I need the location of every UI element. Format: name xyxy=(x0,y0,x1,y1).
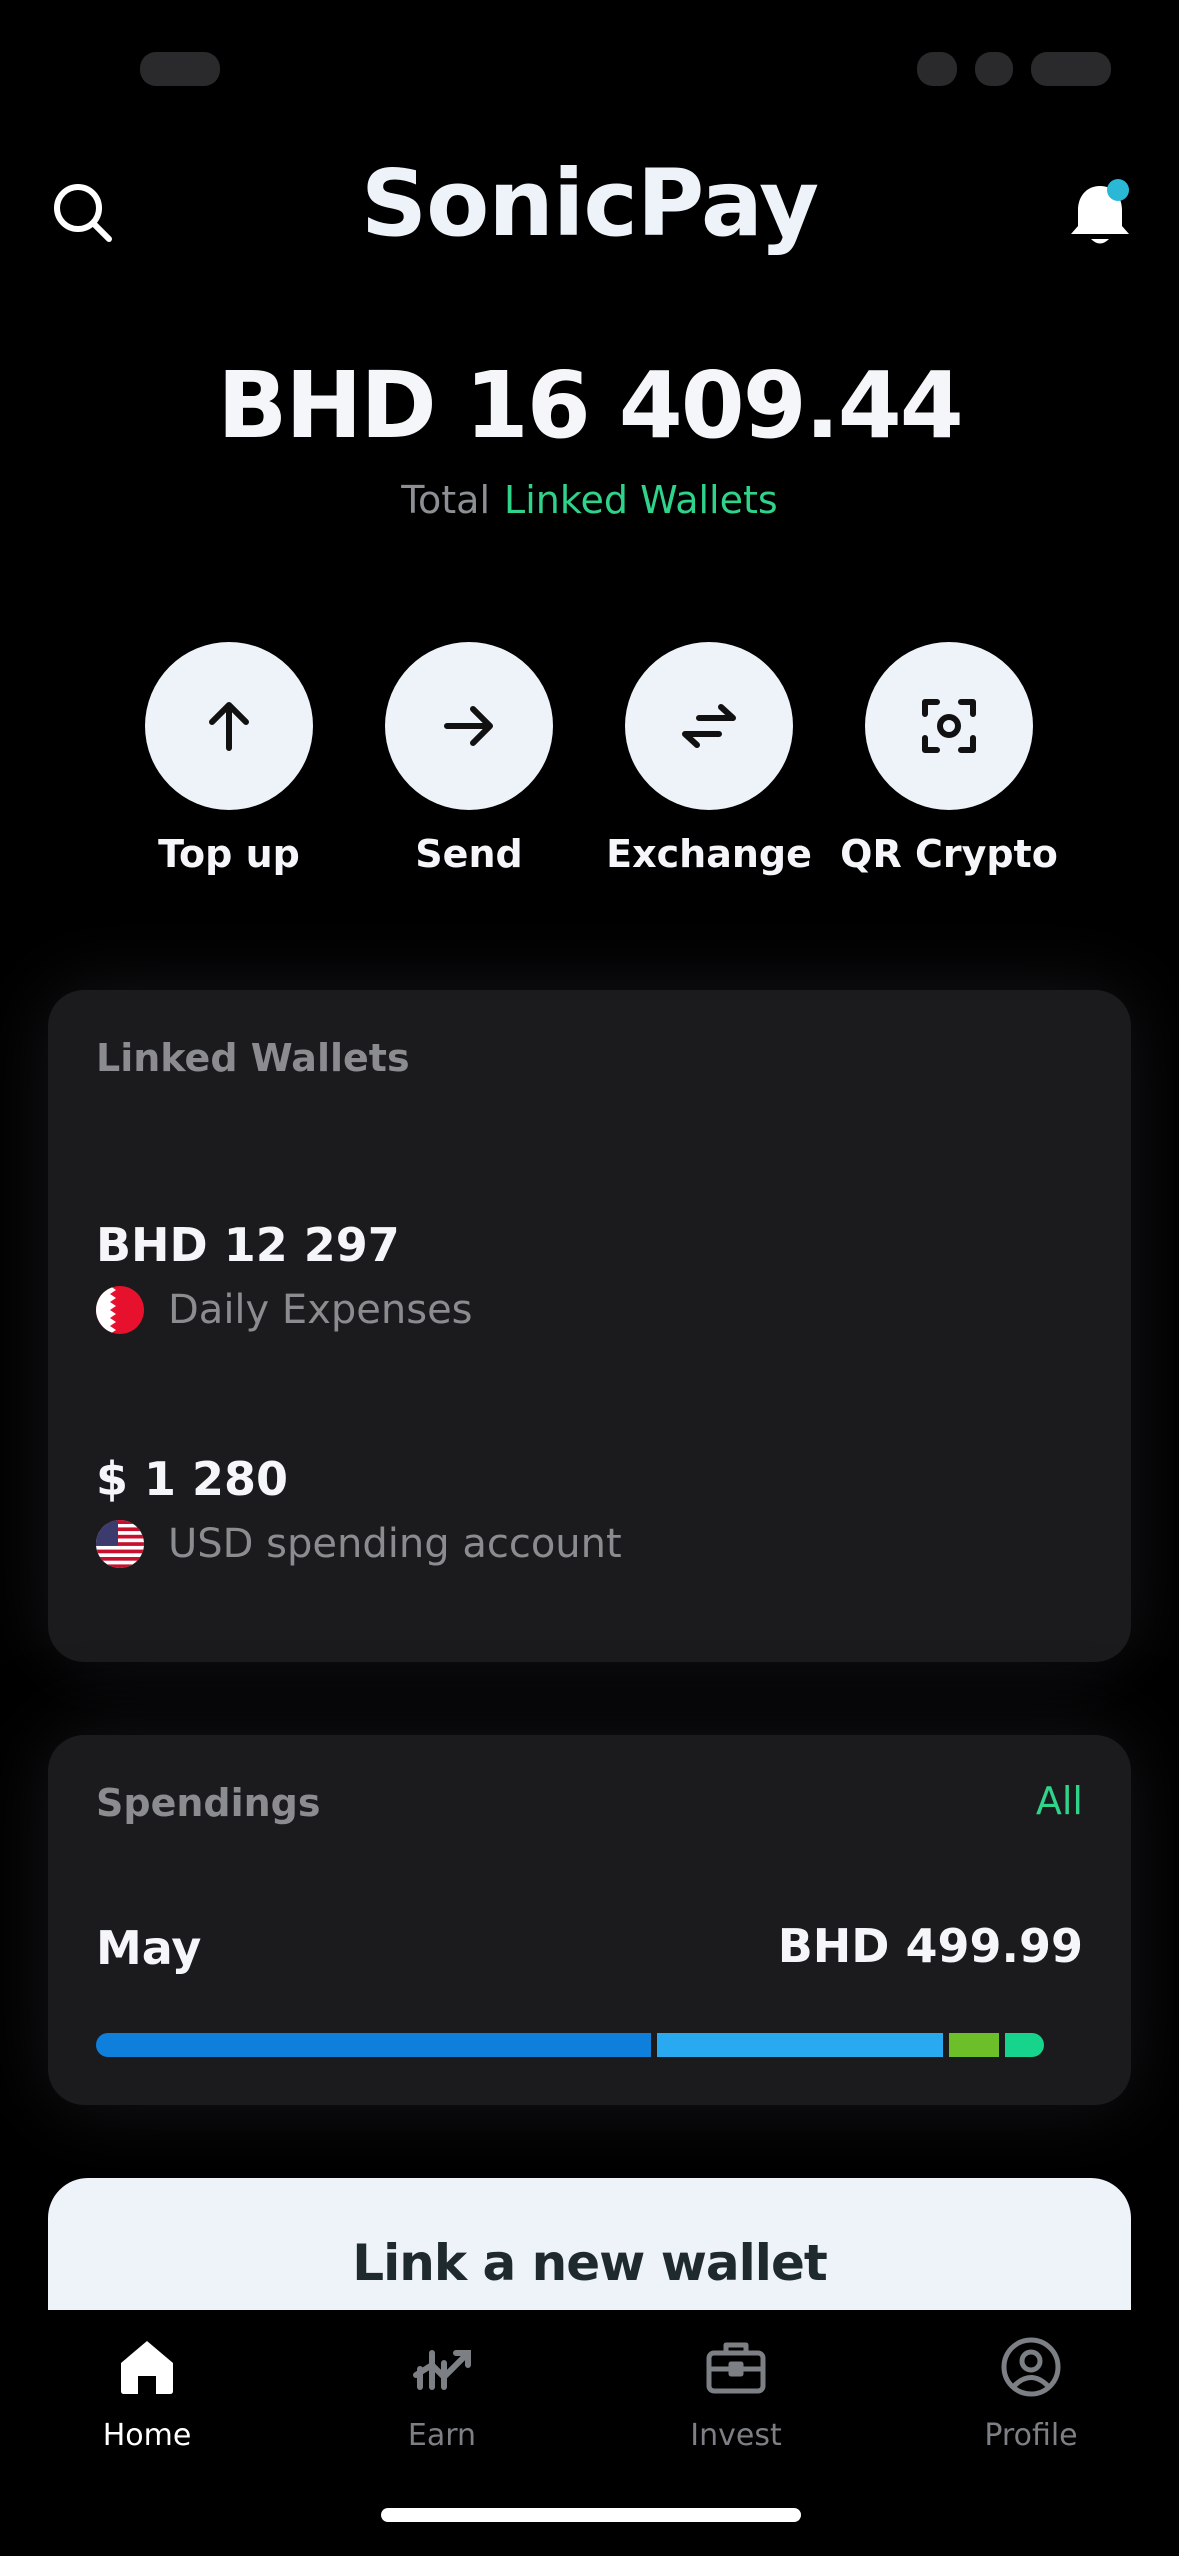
spendings-segment-3 xyxy=(949,2033,1000,2057)
spendings-month: May xyxy=(96,1921,202,1975)
spendings-breakdown-bar xyxy=(96,2033,1083,2057)
spendings-total: BHD 499.99 xyxy=(777,1919,1083,1973)
status-bar-time xyxy=(140,52,220,86)
status-bar-signal xyxy=(917,52,957,86)
status-bar-wifi xyxy=(975,52,1013,86)
qr-scan-icon xyxy=(865,642,1033,810)
exchange-label: Exchange xyxy=(606,832,812,876)
send-label: Send xyxy=(415,832,523,876)
tab-profile-label: Profile xyxy=(984,2418,1078,2453)
link-new-wallet-label: Link a new wallet xyxy=(352,2234,828,2292)
linked-wallets-title: Linked Wallets xyxy=(96,1036,410,1080)
wallet-name-bhd: Daily Expenses xyxy=(168,1287,473,1333)
qr-crypto-button[interactable]: QR Crypto xyxy=(829,642,1069,876)
balance-subline: Total Linked Wallets xyxy=(0,478,1179,522)
spendings-all-link[interactable]: All xyxy=(1036,1779,1083,1823)
wallet-amount-bhd: BHD 12 297 xyxy=(96,1218,400,1272)
profile-icon xyxy=(931,2322,1131,2412)
bahrain-flag-icon xyxy=(96,1286,144,1334)
wallet-row-bhd[interactable]: Daily Expenses xyxy=(96,1286,473,1334)
arrow-up-icon xyxy=(145,642,313,810)
top-up-button[interactable]: Top up xyxy=(109,642,349,876)
wallet-amount-usd: $ 1 280 xyxy=(96,1452,289,1506)
exchange-icon xyxy=(625,642,793,810)
total-balance: BHD 16 409.44 xyxy=(217,352,964,459)
balance-label: Total xyxy=(401,478,491,522)
us-flag-icon xyxy=(96,1520,144,1568)
tab-invest-label: Invest xyxy=(690,2418,782,2453)
send-button[interactable]: Send xyxy=(349,642,589,876)
tab-profile[interactable]: Profile xyxy=(931,2322,1131,2453)
tab-invest[interactable]: Invest xyxy=(636,2322,836,2453)
bell-icon[interactable] xyxy=(1060,176,1140,256)
qr-crypto-label: QR Crypto xyxy=(840,832,1058,876)
top-up-label: Top up xyxy=(158,832,300,876)
app-title: SonicPay xyxy=(360,150,819,257)
tab-earn[interactable]: Earn xyxy=(342,2322,542,2453)
wallet-row-usd[interactable]: USD spending account xyxy=(96,1520,622,1568)
spendings-segment-4 xyxy=(1005,2033,1045,2057)
exchange-button[interactable]: Exchange xyxy=(589,642,829,876)
spendings-card[interactable]: Spendings All May BHD 499.99 xyxy=(48,1735,1131,2105)
home-icon xyxy=(47,2322,247,2412)
notification-dot xyxy=(1107,179,1129,201)
tab-earn-label: Earn xyxy=(407,2418,477,2453)
earn-chart-icon xyxy=(342,2322,542,2412)
briefcase-icon xyxy=(636,2322,836,2412)
spendings-segment-2 xyxy=(657,2033,944,2057)
linked-wallets-link[interactable]: Linked Wallets xyxy=(504,478,778,522)
tab-home-label: Home xyxy=(102,2418,192,2453)
home-indicator xyxy=(381,2508,801,2522)
status-bar-battery xyxy=(1031,52,1111,86)
wallet-name-usd: USD spending account xyxy=(168,1521,622,1567)
tab-home[interactable]: Home xyxy=(47,2322,247,2453)
linked-wallets-card[interactable]: Linked Wallets BHD 12 297 Daily Expenses… xyxy=(48,990,1131,1662)
spendings-title: Spendings xyxy=(96,1781,321,1825)
arrow-right-icon xyxy=(385,642,553,810)
spendings-segment-1 xyxy=(96,2033,652,2057)
